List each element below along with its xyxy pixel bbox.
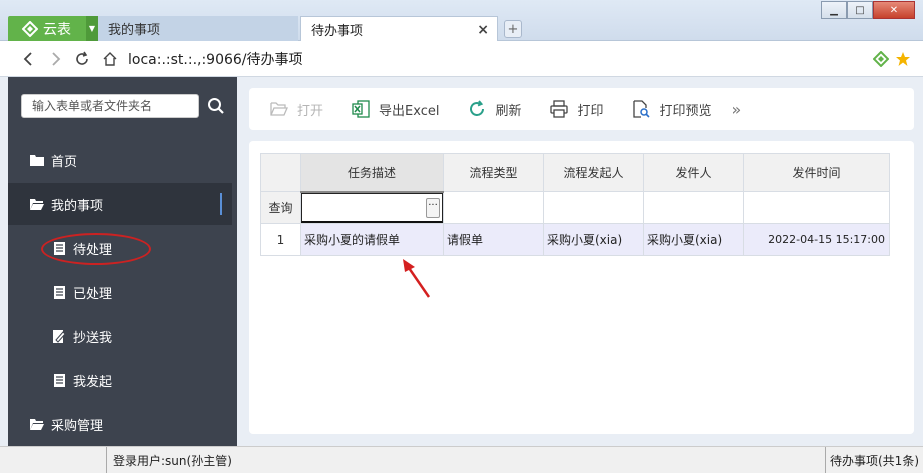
print-button[interactable]: 打印 bbox=[549, 99, 603, 119]
tab-pending-items[interactable]: 待办事项 × bbox=[300, 16, 498, 41]
print-preview-label: 打印预览 bbox=[659, 103, 712, 119]
table-row[interactable]: 1 采购小夏的请假单 请假单 采购小夏(xia) 采购小夏(xia) 2022-… bbox=[260, 223, 890, 256]
task-table: 任务描述 流程类型 流程发起人 发件人 发件时间 查询 ··· 1 采购小夏的请… bbox=[260, 153, 890, 256]
tab-label: 待办事项 bbox=[311, 23, 364, 39]
print-label: 打印 bbox=[577, 103, 604, 119]
tab-my-items[interactable]: 我的事项 bbox=[98, 16, 298, 41]
folder-open-icon bbox=[269, 99, 289, 119]
sidebar-item-label: 已处理 bbox=[73, 286, 113, 302]
sidebar-item-label: 抄送我 bbox=[73, 330, 113, 346]
cell-sender[interactable]: 采购小夏(xia) bbox=[643, 223, 744, 256]
excel-icon bbox=[351, 99, 371, 119]
ellipsis-button[interactable]: ··· bbox=[426, 197, 440, 218]
cell-time[interactable]: 2022-04-15 15:17:00 bbox=[743, 223, 890, 256]
more-actions-icon[interactable]: » bbox=[732, 100, 742, 119]
sidebar-item-label: 首页 bbox=[51, 154, 78, 170]
minimize-icon[interactable]: ▁ bbox=[821, 1, 847, 19]
sidebar-item-label: 采购管理 bbox=[51, 418, 104, 434]
folder-icon bbox=[30, 153, 44, 167]
status-bar: 登录用户:sun(孙主管) 待办事项(共1条) bbox=[0, 446, 923, 473]
tab-close-icon[interactable]: × bbox=[477, 22, 489, 38]
address-bar: loca:.:st.:.,:9066/待办事项 bbox=[0, 41, 923, 77]
brand-name: 云表 bbox=[43, 21, 71, 38]
window-close-icon[interactable]: ✕ bbox=[873, 1, 915, 19]
sidebar-item-home[interactable]: 首页 bbox=[8, 139, 232, 181]
tab-label: 我的事项 bbox=[108, 23, 161, 38]
column-header-initiator[interactable]: 流程发起人 bbox=[543, 153, 644, 192]
maximize-icon[interactable]: □ bbox=[847, 1, 873, 19]
brand-dropdown-icon[interactable]: ▼ bbox=[86, 16, 98, 41]
print-preview-button[interactable]: 打印预览 bbox=[631, 99, 712, 119]
corner-cell bbox=[260, 153, 301, 192]
sidebar-item-initiated[interactable]: 我发起 bbox=[8, 359, 232, 401]
filter-cell-sender[interactable] bbox=[643, 191, 744, 224]
print-preview-icon bbox=[631, 99, 651, 119]
filter-input-task[interactable] bbox=[302, 193, 442, 221]
search-icon[interactable] bbox=[206, 96, 226, 116]
open-label: 打开 bbox=[297, 103, 324, 119]
url-field[interactable]: loca:.:st.:.,:9066/待办事项 bbox=[128, 49, 303, 69]
cell-task[interactable]: 采购小夏的请假单 bbox=[300, 223, 444, 256]
filter-row: 查询 ··· bbox=[260, 191, 890, 224]
row-number: 1 bbox=[260, 223, 301, 256]
annotation-arrow-icon bbox=[403, 259, 431, 298]
column-header-type[interactable]: 流程类型 bbox=[443, 153, 544, 192]
diamond-logo-icon bbox=[22, 20, 38, 37]
favorite-star-icon[interactable] bbox=[895, 51, 911, 71]
window-controls: ▁ □ ✕ bbox=[821, 1, 915, 19]
sidebar-item-label: 我的事项 bbox=[51, 198, 104, 214]
sidebar-search-input[interactable] bbox=[22, 95, 198, 117]
column-header-task[interactable]: 任务描述 bbox=[300, 153, 444, 193]
document-icon bbox=[52, 285, 66, 299]
sidebar-search-box bbox=[21, 94, 199, 118]
folder-icon bbox=[30, 417, 44, 431]
browser-titlebar: 云表 ▼ 我的事项 待办事项 × + ▁ □ ✕ bbox=[0, 0, 923, 41]
open-button[interactable]: 打开 bbox=[269, 99, 323, 119]
refresh-label: 刷新 bbox=[495, 103, 522, 119]
address-actions bbox=[872, 50, 911, 71]
sidebar: 首页 我的事项 待处理 已处理 抄送我 我发起 采购管理 bbox=[8, 77, 237, 447]
sidebar-item-processed[interactable]: 已处理 bbox=[8, 271, 232, 313]
filter-cell-task[interactable]: ··· bbox=[300, 191, 444, 224]
brand-menu[interactable]: 云表 ▼ bbox=[8, 16, 98, 41]
filter-label: 查询 bbox=[260, 191, 301, 224]
filter-cell-time[interactable] bbox=[743, 191, 890, 224]
column-header-time[interactable]: 发件时间 bbox=[743, 153, 890, 192]
annotation-ellipse bbox=[41, 233, 151, 265]
table-header-row: 任务描述 流程类型 流程发起人 发件人 发件时间 bbox=[260, 153, 890, 193]
grid-panel: 任务描述 流程类型 流程发起人 发件人 发件时间 查询 ··· 1 采购小夏的请… bbox=[249, 141, 914, 434]
active-indicator bbox=[220, 193, 222, 215]
status-user: 登录用户:sun(孙主管) bbox=[106, 447, 232, 473]
home-icon[interactable] bbox=[100, 49, 120, 69]
sidebar-item-my-items[interactable]: 我的事项 bbox=[8, 183, 232, 225]
sidebar-item-cc-me[interactable]: 抄送我 bbox=[8, 315, 232, 357]
export-excel-label: 导出Excel bbox=[379, 103, 440, 119]
folder-open-icon bbox=[30, 197, 44, 211]
refresh-button[interactable]: 刷新 bbox=[467, 99, 521, 119]
printer-icon bbox=[549, 99, 569, 119]
toolbar: 打开 导出Excel 刷新 打印 打印预览 » bbox=[249, 88, 914, 130]
forward-icon[interactable] bbox=[46, 49, 66, 69]
back-icon[interactable] bbox=[18, 49, 38, 69]
filter-cell-type[interactable] bbox=[443, 191, 544, 224]
column-header-sender[interactable]: 发件人 bbox=[643, 153, 744, 192]
sidebar-item-purchasing[interactable]: 采购管理 bbox=[8, 403, 232, 445]
export-excel-button[interactable]: 导出Excel bbox=[351, 99, 439, 119]
reload-icon[interactable] bbox=[72, 49, 92, 69]
refresh-icon bbox=[467, 99, 487, 119]
status-summary: 待办事项(共1条) bbox=[825, 447, 919, 473]
cell-initiator[interactable]: 采购小夏(xia) bbox=[543, 223, 644, 256]
app-diamond-icon[interactable] bbox=[872, 50, 890, 71]
new-tab-button[interactable]: + bbox=[504, 20, 522, 38]
document-icon bbox=[52, 373, 66, 387]
cell-type[interactable]: 请假单 bbox=[443, 223, 544, 256]
filter-cell-initiator[interactable] bbox=[543, 191, 644, 224]
sidebar-item-label: 我发起 bbox=[73, 374, 113, 390]
filter-editor[interactable]: ··· bbox=[301, 192, 443, 223]
edit-document-icon bbox=[52, 329, 66, 343]
